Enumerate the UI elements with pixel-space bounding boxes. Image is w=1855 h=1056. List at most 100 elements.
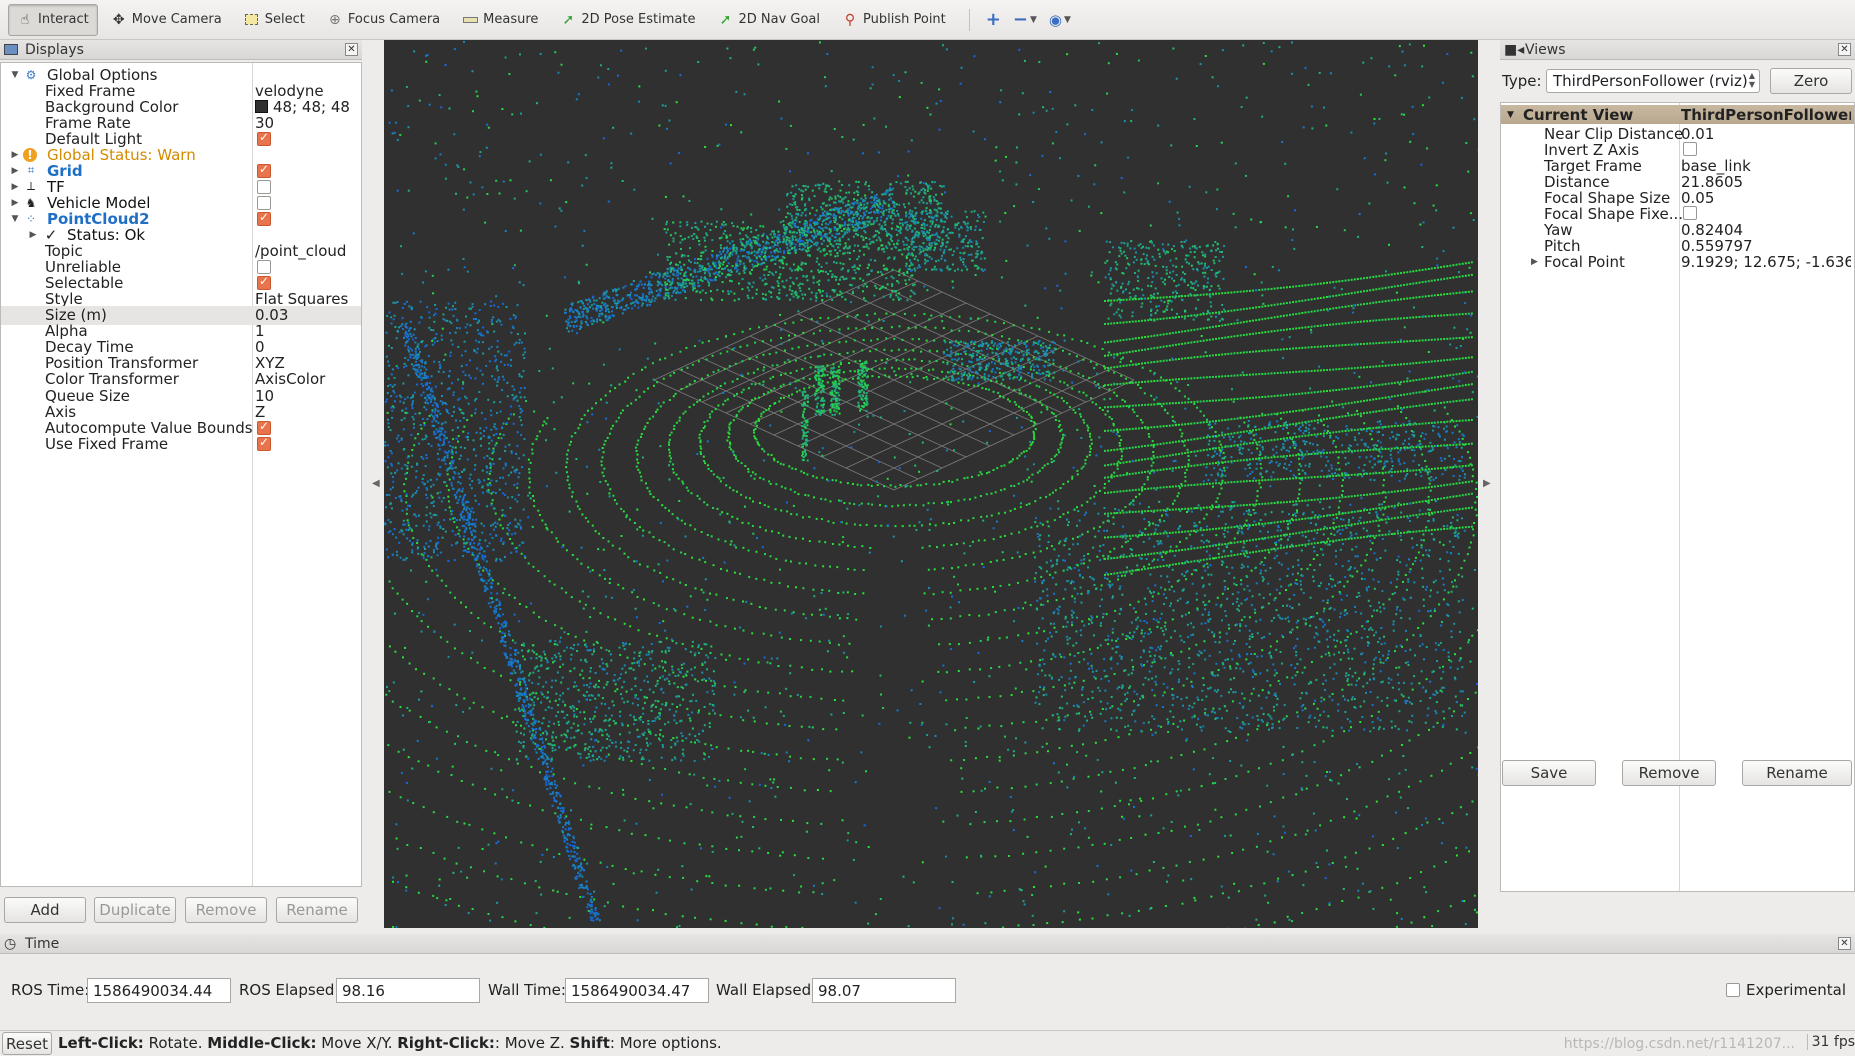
view-type-select[interactable]: ThirdPersonFollower (rviz) ▲ ▼ xyxy=(1546,69,1760,93)
collapse-right-panel-icon[interactable]: ▶ xyxy=(1483,478,1491,489)
checkbox[interactable] xyxy=(1683,141,1697,156)
pointcloud-scene xyxy=(384,40,1478,928)
chevron-down-icon[interactable]: ▼ xyxy=(10,214,20,224)
remove-display-button[interactable]: Remove xyxy=(185,897,267,923)
view-property-row[interactable]: ▶ Focal Point 9.1929; 12.675; -1.636... xyxy=(1501,253,1854,272)
rename-display-button[interactable]: Rename xyxy=(276,897,358,923)
status-bar: Reset Left-Click: Rotate. Middle-Click: … xyxy=(0,1030,1855,1056)
displays-panel-title: Displays xyxy=(25,41,84,58)
hand-pointer-icon: ☝ xyxy=(20,11,30,28)
tool-move-camera[interactable]: ✥ Move Camera xyxy=(102,4,231,36)
view-type-value: ThirdPersonFollower (rviz) xyxy=(1553,72,1748,90)
display-row-checkbox[interactable] xyxy=(255,210,271,226)
chevron-right-icon[interactable]: ▶ xyxy=(28,230,38,240)
chevron-right-icon[interactable]: ▶ xyxy=(10,182,20,192)
chevron-down-icon: ▼ xyxy=(1063,14,1071,25)
checkbox[interactable] xyxy=(257,130,271,146)
display-row-label: Use Fixed Frame xyxy=(45,434,169,453)
chevron-right-icon[interactable]: ▶ xyxy=(10,198,20,208)
display-row-checkbox[interactable] xyxy=(255,274,271,291)
view-options-button[interactable]: ◉ ▼ xyxy=(1043,4,1077,36)
view-property-value[interactable]: 9.1929; 12.675; -1.636... xyxy=(1681,253,1851,271)
tool-move-camera-label: Move Camera xyxy=(131,12,222,27)
color-swatch[interactable] xyxy=(255,100,268,114)
display-row-checkbox[interactable] xyxy=(255,435,271,451)
checkbox[interactable] xyxy=(257,195,271,210)
chevron-down-icon: ▼ xyxy=(1507,109,1514,120)
collapse-left-panel-icon[interactable]: ◀ xyxy=(372,478,380,489)
tool-2d-pose-estimate[interactable]: ➚ 2D Pose Estimate xyxy=(551,4,704,36)
ros-elapsed-field[interactable]: 98.16 xyxy=(336,978,480,1003)
close-icon[interactable]: ✕ xyxy=(345,43,358,56)
remove-tool-button[interactable]: − ▼ xyxy=(1007,4,1043,36)
display-row-checkbox[interactable] xyxy=(255,195,271,210)
tool-2d-nav-goal[interactable]: ➚ 2D Nav Goal xyxy=(708,4,829,36)
ros-time-field[interactable]: 1586490034.44 xyxy=(87,978,231,1003)
experimental-label: Experimental xyxy=(1746,981,1847,999)
checkbox[interactable] xyxy=(257,274,271,291)
tool-focus-camera-label: Focus Camera xyxy=(347,12,441,27)
ruler-icon xyxy=(462,12,478,28)
display-row[interactable]: Use Fixed Frame xyxy=(1,434,361,453)
view-property-label: Focal Point xyxy=(1544,253,1625,272)
move-camera-icon: ✥ xyxy=(112,11,125,28)
checkbox[interactable] xyxy=(257,419,271,435)
wall-elapsed-field[interactable]: 98.07 xyxy=(812,978,956,1003)
remove-view-button[interactable]: Remove xyxy=(1622,760,1716,786)
checkbox[interactable] xyxy=(1683,206,1697,220)
tool-measure[interactable]: Measure xyxy=(453,4,547,36)
add-tool-button[interactable]: + xyxy=(980,4,1007,36)
checkbox[interactable] xyxy=(257,260,271,275)
status-help-text: Left-Click: Rotate. Middle-Click: Move X… xyxy=(58,1034,722,1052)
add-display-button[interactable]: Add xyxy=(4,897,86,923)
display-row-checkbox[interactable] xyxy=(255,419,271,435)
time-panel-title: Time xyxy=(25,935,60,952)
current-view-value: ThirdPersonFollower ... xyxy=(1681,105,1851,124)
display-row-checkbox[interactable] xyxy=(255,130,271,146)
display-row-checkbox[interactable] xyxy=(255,179,271,194)
shift-desc: : More options. xyxy=(609,1034,722,1052)
left-click-desc: Rotate. xyxy=(143,1034,208,1052)
reset-button[interactable]: Reset xyxy=(2,1032,52,1055)
chevron-down-icon[interactable]: ▼ xyxy=(10,70,20,80)
checkbox[interactable] xyxy=(257,162,271,178)
warning-icon: ! xyxy=(23,147,37,162)
save-view-button[interactable]: Save xyxy=(1502,760,1596,786)
close-icon[interactable]: ✕ xyxy=(1838,937,1851,950)
render-3d-viewport[interactable] xyxy=(384,40,1478,928)
views-panel-title: Views xyxy=(1525,41,1566,58)
checkbox[interactable] xyxy=(257,179,271,194)
ros-time-label: ROS Time: xyxy=(11,981,90,999)
wall-time-field[interactable]: 1586490034.47 xyxy=(565,978,709,1003)
zero-view-button[interactable]: Zero xyxy=(1770,68,1852,94)
camera-icon: ■◂ xyxy=(1504,41,1525,58)
duplicate-display-button[interactable]: Duplicate xyxy=(94,897,176,923)
close-icon[interactable]: ✕ xyxy=(1838,43,1851,56)
left-click-key: Left-Click: xyxy=(58,1034,144,1052)
toolbar-separator xyxy=(968,8,970,31)
checkbox[interactable] xyxy=(257,210,271,226)
plus-icon: + xyxy=(985,9,1001,30)
chevron-right-icon[interactable]: ▶ xyxy=(1531,257,1538,267)
chevron-right-icon[interactable]: ▶ xyxy=(10,150,20,160)
current-view-header[interactable]: ▼ Current View ThirdPersonFollower ... xyxy=(1501,105,1854,124)
clock-icon: ◷ xyxy=(4,935,17,952)
current-view-label: Current View xyxy=(1523,105,1634,124)
rename-view-button[interactable]: Rename xyxy=(1742,760,1852,786)
chevron-down-icon: ▼ xyxy=(1029,14,1037,25)
middle-click-desc: Move X/Y. xyxy=(316,1034,398,1052)
tool-publish-point[interactable]: ⚲ Publish Point xyxy=(833,4,955,36)
experimental-checkbox[interactable] xyxy=(1726,983,1740,997)
ros-elapsed-label: ROS Elapsed: xyxy=(239,981,340,999)
tool-interact[interactable]: ☝ Interact xyxy=(8,3,98,36)
displays-panel: Displays ✕ ▼ ⚙ Global Options Fixed Frame ve… xyxy=(0,40,362,923)
display-row-checkbox[interactable] xyxy=(255,162,271,178)
minus-icon: − xyxy=(1012,9,1028,30)
chevron-right-icon[interactable]: ▶ xyxy=(10,166,20,176)
tool-select[interactable]: Select xyxy=(235,4,314,36)
tool-focus-camera[interactable]: ⊕ Focus Camera xyxy=(318,4,449,36)
displays-tree[interactable]: ▼ ⚙ Global Options Fixed Frame velodyne Backg… xyxy=(0,62,362,887)
display-row-checkbox[interactable] xyxy=(255,260,271,275)
checkbox[interactable] xyxy=(257,435,271,451)
tool-publish-point-label: Publish Point xyxy=(863,12,946,27)
